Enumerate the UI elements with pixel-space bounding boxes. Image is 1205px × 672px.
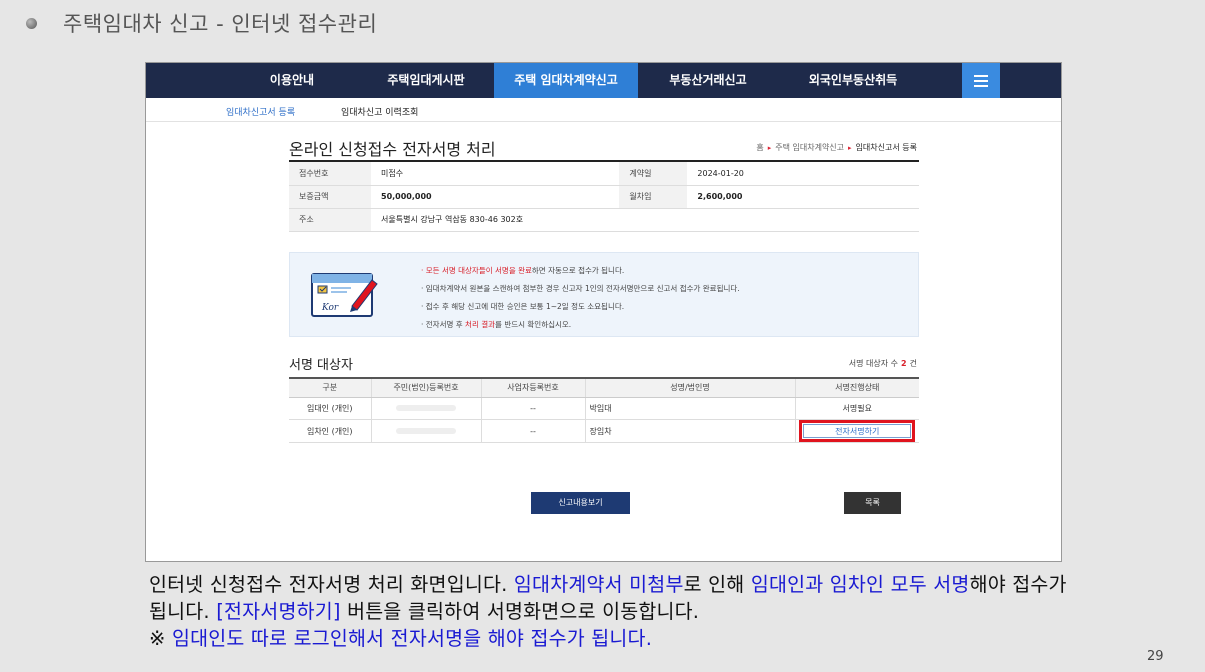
- col-header: 사업자등록번호: [480, 377, 585, 398]
- view-report-button[interactable]: 신고내용보기: [531, 492, 630, 514]
- slide-title: 주택임대차 신고 - 인터넷 접수관리: [63, 12, 378, 36]
- breadcrumb-current: 임대차신고서 등록: [855, 143, 917, 152]
- slide-header: 주택임대차 신고 - 인터넷 접수관리: [26, 8, 377, 38]
- gnb-item-board[interactable]: 주택임대게시판: [358, 63, 494, 98]
- list-button[interactable]: 목록: [844, 492, 901, 514]
- rent-value: 2,600,000: [687, 185, 919, 209]
- main-content: 온라인 신청접수 전자서명 처리 홈 ▸ 주택 임대차계약신고 ▸ 임대차신고서…: [289, 136, 919, 443]
- address-value: 서울특별시 강남구 역삼동 830-46 302호: [371, 208, 919, 232]
- signers-header: 서명 대상자 서명 대상자 수2건: [289, 354, 919, 374]
- contract-date-value: 2024-01-20: [687, 162, 919, 186]
- lnb-item-register[interactable]: 임대차신고서 등록: [226, 105, 295, 118]
- notice-item: · 전자서명 후 처리 결과를 반드시 확인하십시오.: [421, 319, 572, 329]
- esign-document-icon: Kor: [311, 272, 378, 317]
- breadcrumb: 홈 ▸ 주택 임대차계약신고 ▸ 임대차신고서 등록: [756, 142, 917, 153]
- contract-info-table: 접수번호 미접수 계약일 2024-01-20 보증금액 50,000,000 …: [289, 162, 919, 232]
- gnb-item-guide[interactable]: 이용안내: [226, 63, 358, 98]
- col-header: 성명/법인명: [584, 377, 795, 398]
- contract-date-label: 계약일: [619, 162, 688, 186]
- signer-name: 장임차: [584, 419, 795, 443]
- breadcrumb-lease[interactable]: 주택 임대차계약신고: [775, 142, 844, 153]
- signer-type: 임차인 (개인): [289, 419, 371, 443]
- browser-screenshot: 이용안내 주택임대게시판 주택 임대차계약신고 부동산거래신고 외국인부동산취득…: [145, 62, 1062, 562]
- resident-no-masked: [370, 397, 481, 420]
- highlight-box: 전자서명하기: [799, 420, 916, 442]
- signers-title: 서명 대상자: [289, 357, 353, 373]
- gnb-item-lease-report[interactable]: 주택 임대차계약신고: [494, 63, 638, 98]
- breadcrumb-sep-icon: ▸: [767, 143, 772, 152]
- slide-caption: 인터넷 신청접수 전자서명 처리 화면입니다. 임대차계약서 미첨부로 인해 임…: [149, 573, 1067, 650]
- biz-no: --: [480, 419, 585, 443]
- notice-item: · 모든 서명 대상자들이 서명을 완료하면 자동으로 접수가 됩니다.: [421, 265, 625, 275]
- signer-type: 임대인 (개인): [289, 397, 371, 420]
- biz-no: --: [480, 397, 585, 420]
- gnb-item-foreigner[interactable]: 외국인부동산취득: [778, 63, 928, 98]
- col-header: 주민(법인)등록번호: [370, 377, 481, 398]
- address-label: 주소: [289, 208, 371, 232]
- breadcrumb-home[interactable]: 홈: [756, 142, 763, 153]
- table-row: 임차인 (개인) -- 장임차 전자서명하기: [289, 419, 919, 443]
- gnb-item-real-estate-report[interactable]: 부동산거래신고: [638, 63, 778, 98]
- bullet-icon: [26, 17, 37, 29]
- deposit-value: 50,000,000: [371, 185, 620, 209]
- rent-label: 월차임: [619, 185, 688, 209]
- notice-list: · 모든 서명 대상자들이 서명을 완료하면 자동으로 접수가 됩니다. · 임…: [421, 262, 740, 334]
- notice-item: · 임대차계약서 원본을 스캔하여 첨부한 경우 신고자 1인의 전자서명만으로…: [421, 283, 740, 293]
- page-number: 29: [1147, 649, 1164, 664]
- sign-status: 서명필요: [794, 397, 919, 420]
- lnb-item-history[interactable]: 임대차신고 이력조회: [341, 105, 418, 118]
- esign-button[interactable]: 전자서명하기: [803, 424, 912, 438]
- page-title: 온라인 신청접수 전자서명 처리: [289, 140, 496, 159]
- breadcrumb-sep-icon: ▸: [848, 143, 852, 152]
- local-nav: 임대차신고서 등록 임대차신고 이력조회: [146, 98, 1061, 122]
- signer-name: 박임대: [584, 397, 795, 420]
- signers-count: 서명 대상자 수2건: [848, 358, 917, 368]
- notice-item: · 접수 후 해당 신고에 대한 승인은 보통 1~2일 정도 소요됩니다.: [421, 301, 625, 311]
- signers-table: 구분 주민(법인)등록번호 사업자등록번호 성명/법인명 서명진행상태 임대인 …: [289, 376, 919, 443]
- table-row: 임대인 (개인) -- 박임대 서명필요: [289, 397, 919, 420]
- receipt-no-value: 미접수: [371, 162, 620, 186]
- receipt-no-label: 접수번호: [289, 162, 371, 186]
- global-nav: 이용안내 주택임대게시판 주택 임대차계약신고 부동산거래신고 외국인부동산취득: [146, 63, 1061, 98]
- col-header: 서명진행상태: [794, 377, 919, 398]
- esign-icon-text: Kor: [321, 303, 339, 313]
- page-title-row: 온라인 신청접수 전자서명 처리 홈 ▸ 주택 임대차계약신고 ▸ 임대차신고서…: [289, 136, 919, 162]
- hamburger-menu-icon[interactable]: [962, 63, 1000, 98]
- sign-status-cell: 전자서명하기: [794, 419, 919, 443]
- deposit-label: 보증금액: [289, 185, 371, 209]
- resident-no-masked: [370, 419, 481, 443]
- notice-box: Kor · 모든 서명 대상자들이 서명을 완료하면 자동으로 접수가 됩니다.…: [289, 251, 919, 337]
- col-header: 구분: [289, 377, 371, 398]
